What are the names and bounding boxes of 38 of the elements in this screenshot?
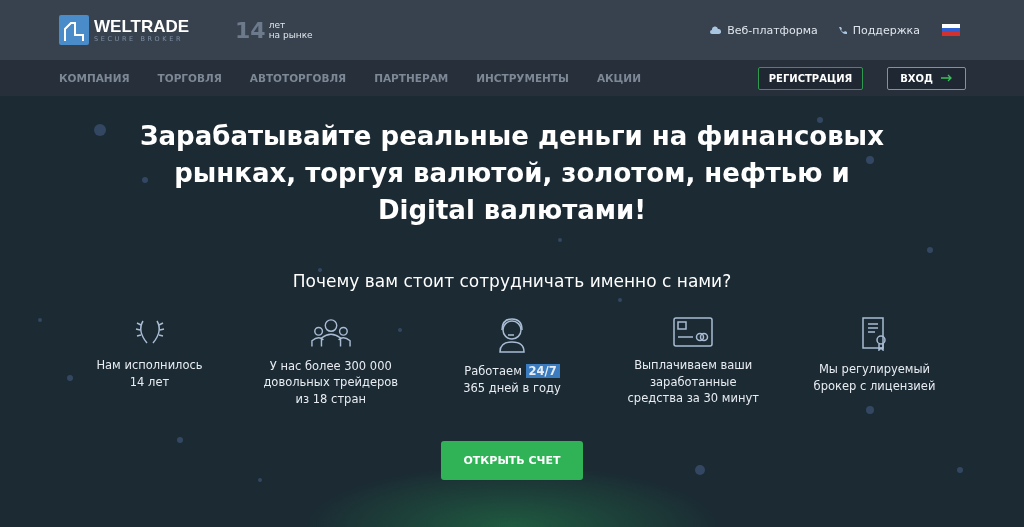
logo-name: WELTRADE [94,17,190,35]
top-link[interactable]: Веб-платформа [710,23,818,37]
phone-icon [837,25,847,35]
logo-icon [59,15,89,45]
feature-text: Выплачиваем ваши [634,358,753,372]
support-agent-icon [496,317,528,353]
feature-text: Работаем [464,364,522,378]
nav-item[interactable]: ИНСТРУМЕНТЫ [476,72,569,84]
feature-text: средства за 30 минут [627,391,759,405]
feature-text: 14 лет [129,374,170,389]
feature-text: брокер с лицензией [813,378,936,393]
feature-text: Нам исполнилось [96,358,203,372]
arrow-icon [941,74,953,82]
credit-card-icon [673,317,714,347]
register-button[interactable]: РЕГИСТРАЦИЯ [757,66,864,90]
years-label: на рынке [268,30,313,40]
headline: Зарабатывайте реальные деньги на финансовых рынках, торгуя валютой, золотом, нефтью и Digital валютами! [139,120,885,227]
feature-text: заработанные [649,374,737,389]
nav-item[interactable]: ТОРГОВЛЯ [157,72,222,84]
years-label: лет [268,20,287,30]
cloud-icon [710,26,722,34]
nav-item[interactable]: КОМПАНИЯ [59,72,130,84]
feature-text: Мы регулируемый [818,362,931,376]
flag-icon[interactable] [942,24,960,36]
nav-item[interactable]: ПАРТНЕРАМ [374,72,449,84]
feature-text: У нас более 300 000 [269,358,392,373]
feature-text: довольных трейдеров [263,375,399,389]
nav-item[interactable]: АВТОТОРГОВЛЯ [249,72,347,84]
feature-text: из 18 стран [295,391,366,406]
feature-text: 365 дней в году [463,380,561,395]
subheadline: Почему вам стоит сотрудничать именно с нами? [292,271,732,291]
login-button[interactable]: ВХОД [887,66,966,90]
badge: 24/7 [525,364,560,378]
certificate-icon [861,317,888,351]
nav-item[interactable]: АКЦИИ [596,72,641,84]
years-number: 14 [235,17,266,43]
open-account-button[interactable]: ОТКРЫТЬ СЧЕТ [441,441,583,480]
top-link[interactable]: Поддержка [837,23,920,37]
